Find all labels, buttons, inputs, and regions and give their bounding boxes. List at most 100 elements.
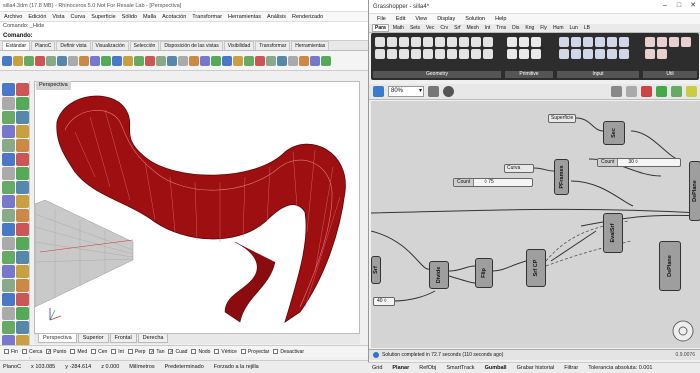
toolbar-tool-icon[interactable] xyxy=(233,55,243,66)
status-field[interactable]: PlanoC xyxy=(3,364,21,370)
ribbon-tool-icon[interactable] xyxy=(483,37,493,47)
tab-transformar[interactable]: Transformar xyxy=(255,41,291,50)
gh-tab-para[interactable]: Para xyxy=(372,24,389,32)
gh-tab-hum[interactable]: Hum xyxy=(551,25,566,31)
close-icon[interactable]: ✕ xyxy=(686,0,700,12)
ribbon-tool-icon[interactable] xyxy=(471,49,481,59)
toolbar-tool-icon[interactable] xyxy=(310,55,320,66)
mode-refobj[interactable]: RefObj xyxy=(419,365,436,371)
left-tool-icon[interactable] xyxy=(2,307,15,320)
shaded-preview-icon[interactable] xyxy=(641,86,652,97)
toolbar-tool-icon[interactable] xyxy=(68,55,78,66)
ribbon-tool-icon[interactable] xyxy=(559,49,569,59)
toolbar-tool-icon[interactable] xyxy=(134,55,144,66)
toolbar-tool-icon[interactable] xyxy=(288,55,298,66)
checkbox-icon[interactable] xyxy=(21,349,27,354)
left-tool-icon[interactable] xyxy=(16,167,29,180)
gh-navigation-compass-icon[interactable] xyxy=(671,319,695,343)
save-icon[interactable] xyxy=(373,86,384,97)
gh-menu-solution[interactable]: Solution xyxy=(465,16,485,22)
left-tool-icon[interactable] xyxy=(2,195,15,208)
toolbar-tool-icon[interactable] xyxy=(79,55,89,66)
gh-param-superficie[interactable]: Superficie xyxy=(548,114,576,123)
toolbar-tool-icon[interactable] xyxy=(57,55,67,66)
toolbar-tool-icon[interactable] xyxy=(277,55,287,66)
left-tool-icon[interactable] xyxy=(16,265,29,278)
left-tool-icon[interactable] xyxy=(16,251,29,264)
gh-tab-mesh[interactable]: Mesh xyxy=(465,25,481,31)
gh-tab-trns[interactable]: Trns xyxy=(494,25,508,31)
mode-smarttrack[interactable]: SmartTrack xyxy=(446,365,474,371)
menu-herramientas[interactable]: Herramientas xyxy=(228,14,261,20)
toolbar-tool-icon[interactable] xyxy=(321,55,331,66)
ribbon-tool-icon[interactable] xyxy=(423,37,433,47)
gh-tab-sets[interactable]: Sets xyxy=(408,25,422,31)
toolbar-tool-icon[interactable] xyxy=(112,55,122,66)
ribbon-tool-icon[interactable] xyxy=(411,37,421,47)
gh-node-srf[interactable]: Srf xyxy=(371,256,381,284)
ribbon-tool-icon[interactable] xyxy=(583,49,593,59)
checkbox-icon[interactable] xyxy=(127,349,133,354)
menu-renderizado[interactable]: Renderizado xyxy=(292,14,323,20)
left-tool-icon[interactable] xyxy=(2,251,15,264)
osnap-nodo[interactable]: Nodo xyxy=(191,349,210,355)
ribbon-tool-icon[interactable] xyxy=(583,37,593,47)
gh-param-curva[interactable]: Curva xyxy=(504,164,534,173)
ribbon-tool-icon[interactable] xyxy=(387,37,397,47)
ribbon-tool-icon[interactable] xyxy=(519,37,529,47)
tab-definir-vista[interactable]: Definir vista xyxy=(56,41,91,50)
gh-tab-math[interactable]: Math xyxy=(391,25,406,31)
viewport-label[interactable]: Perspectiva xyxy=(36,81,71,90)
bake-icon[interactable] xyxy=(686,86,697,97)
tab-visibilidad[interactable]: Visibilidad xyxy=(223,41,255,50)
checkbox-icon[interactable] xyxy=(91,349,97,354)
tab-herramientas[interactable]: Herramientas xyxy=(291,41,330,50)
tab-estandar[interactable]: Estándar xyxy=(2,41,31,50)
menu-edicion[interactable]: Edición xyxy=(28,14,46,20)
ribbon-tool-icon[interactable] xyxy=(657,49,667,59)
ribbon-tool-icon[interactable] xyxy=(387,49,397,59)
mesh-quality-icon[interactable] xyxy=(671,86,682,97)
gh-node-pframes[interactable]: PFrames xyxy=(554,159,569,195)
mode-gumball[interactable]: Gumball xyxy=(485,365,507,371)
gh-node-deplane[interactable]: DePlane xyxy=(659,241,681,291)
menu-superficie[interactable]: Superficie xyxy=(91,14,115,20)
ribbon-tool-icon[interactable] xyxy=(645,37,655,47)
left-tool-icon[interactable] xyxy=(16,181,29,194)
gh-tab-fly[interactable]: Fly xyxy=(538,25,549,31)
left-tool-icon[interactable] xyxy=(2,209,15,222)
left-tool-icon[interactable] xyxy=(2,279,15,292)
ribbon-tool-icon[interactable] xyxy=(519,49,529,59)
ribbon-tool-icon[interactable] xyxy=(399,49,409,59)
left-tool-icon[interactable] xyxy=(16,293,29,306)
toolbar-tool-icon[interactable] xyxy=(255,55,265,66)
ribbon-tool-icon[interactable] xyxy=(375,49,385,59)
toolbar-tool-icon[interactable] xyxy=(24,55,34,66)
sketch-icon[interactable] xyxy=(611,86,622,97)
gh-tab-lun[interactable]: Lun xyxy=(568,25,580,31)
left-tool-icon[interactable] xyxy=(2,181,15,194)
left-tool-icon[interactable] xyxy=(16,279,29,292)
osnap-vertice[interactable]: Vértice xyxy=(214,349,237,355)
selected-preview-icon[interactable] xyxy=(656,86,667,97)
mode-grid[interactable]: Grid xyxy=(372,365,382,371)
osnap-desactivar[interactable]: Desactivar xyxy=(273,349,304,355)
menu-vista[interactable]: Vista xyxy=(52,14,64,20)
ribbon-tool-icon[interactable] xyxy=(423,49,433,59)
ribbon-tool-icon[interactable] xyxy=(435,37,445,47)
checkbox-icon[interactable]: ✓ xyxy=(46,349,52,355)
checkbox-icon[interactable] xyxy=(70,349,76,354)
left-tool-icon[interactable] xyxy=(2,125,15,138)
toolbar-tool-icon[interactable] xyxy=(189,55,199,66)
gh-tab-lb[interactable]: LB xyxy=(582,25,592,31)
checkbox-icon[interactable] xyxy=(191,349,197,354)
left-tool-icon[interactable] xyxy=(2,167,15,180)
toolbar-tool-icon[interactable] xyxy=(211,55,221,66)
ribbon-tool-icon[interactable] xyxy=(645,49,655,59)
ribbon-tool-icon[interactable] xyxy=(375,37,385,47)
toolbar-tool-icon[interactable] xyxy=(266,55,276,66)
ribbon-tool-icon[interactable] xyxy=(411,49,421,59)
ribbon-tool-icon[interactable] xyxy=(657,37,667,47)
toolbar-tool-icon[interactable] xyxy=(299,55,309,66)
left-tool-icon[interactable] xyxy=(16,125,29,138)
